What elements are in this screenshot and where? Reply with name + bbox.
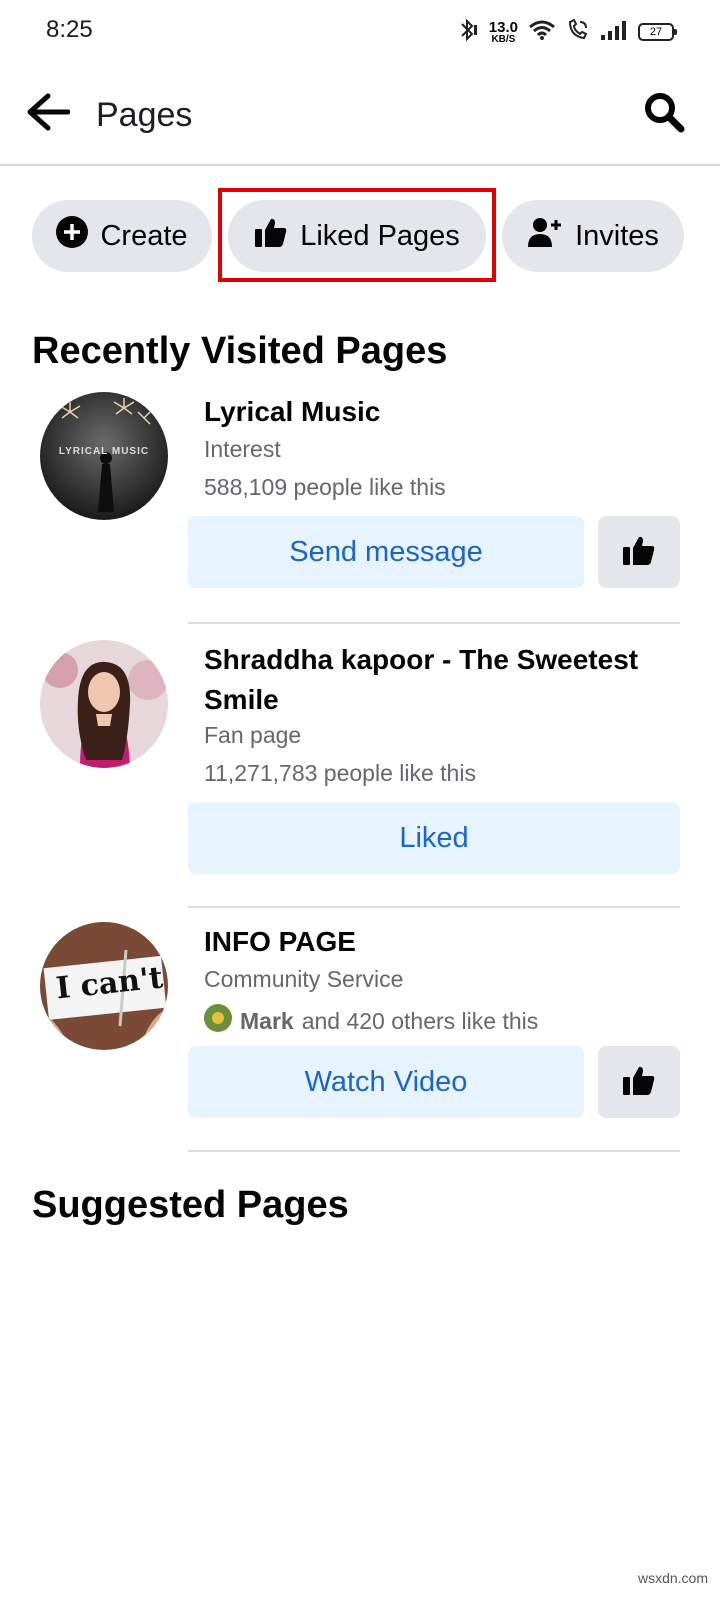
page-category: Community Service — [204, 966, 404, 992]
wifi-calling-icon — [566, 18, 590, 47]
net-speed: 13.0 KB/S — [488, 18, 518, 45]
bluetooth-icon — [457, 18, 479, 47]
back-arrow-icon — [26, 92, 71, 137]
friend-avatar — [204, 1004, 232, 1038]
wifi-icon — [528, 19, 556, 46]
search-button[interactable] — [638, 88, 690, 140]
signal-icon — [600, 19, 628, 46]
divider — [188, 906, 680, 908]
thumbs-up-icon — [622, 534, 656, 571]
status-icons: 13.0 KB/S 27 — [457, 14, 677, 50]
create-label: Create — [100, 219, 188, 252]
battery-icon: 27 — [638, 23, 677, 41]
friend-name[interactable]: Mark — [240, 1008, 294, 1035]
likes-rest: and 420 others like this — [301, 1007, 539, 1034]
page-name[interactable]: INFO PAGE — [204, 922, 644, 962]
status-bar: 8:25 13.0 KB/S 27 — [0, 0, 720, 64]
page-likes: 11,271,783 people like this — [204, 760, 476, 786]
add-person-icon — [527, 216, 563, 256]
invites-chip[interactable]: Invites — [502, 200, 684, 272]
page-likes: Mark and 420 others like this — [204, 1004, 538, 1038]
back-button[interactable] — [22, 88, 74, 140]
plus-circle-icon — [56, 216, 89, 256]
page-item: Shraddha kapoor - The Sweetest Smile Fan… — [0, 640, 720, 908]
like-button[interactable] — [598, 516, 680, 588]
watermark: wsxdn.com — [637, 1570, 708, 1586]
page-likes: 588,109 people like this — [204, 474, 446, 500]
page-category: Interest — [204, 436, 281, 462]
avatar[interactable]: I can't — [40, 922, 168, 1050]
app-header: Pages — [0, 64, 720, 166]
invites-label: Invites — [575, 219, 659, 252]
status-time: 8:25 — [46, 16, 93, 43]
avatar[interactable]: LYRICAL MUSIC — [40, 392, 168, 520]
suggested-pages-title: Suggested Pages — [32, 1184, 349, 1226]
search-icon — [643, 91, 685, 138]
page-item: I can't INFO PAGE Community Service Mark… — [0, 922, 720, 1152]
watch-video-button[interactable]: Watch Video — [188, 1046, 584, 1118]
create-chip[interactable]: Create — [32, 200, 212, 272]
divider — [188, 1150, 680, 1152]
page-item: LYRICAL MUSIC Lyrical Music Interest 588… — [0, 392, 720, 624]
divider — [188, 622, 680, 624]
page-title: Pages — [96, 96, 193, 134]
page-category: Fan page — [204, 722, 302, 748]
page-name[interactable]: Shraddha kapoor - The Sweetest Smile — [204, 640, 644, 720]
highlight-box — [218, 188, 496, 282]
send-message-button[interactable]: Send message — [188, 516, 584, 588]
recently-visited-title: Recently Visited Pages — [32, 330, 448, 372]
thumbs-up-icon — [622, 1064, 656, 1101]
page-name[interactable]: Lyrical Music — [204, 392, 644, 432]
avatar[interactable] — [40, 640, 168, 768]
like-button[interactable] — [598, 1046, 680, 1118]
liked-button[interactable]: Liked — [188, 802, 680, 874]
